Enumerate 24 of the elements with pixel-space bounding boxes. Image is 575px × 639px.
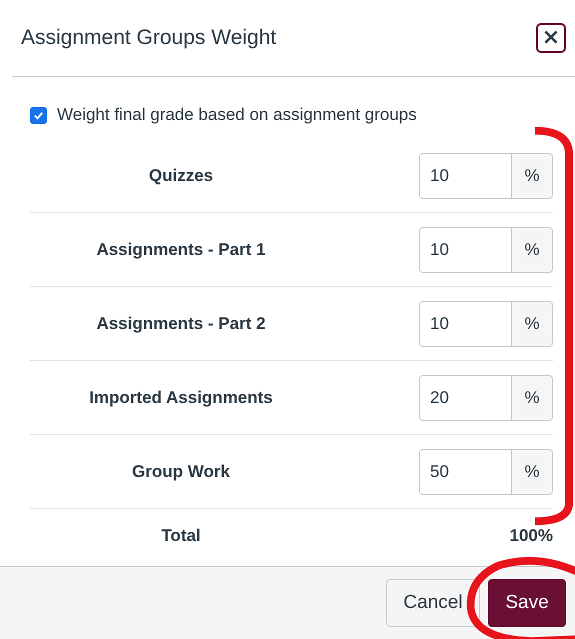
percent-addon: % (512, 374, 553, 420)
group-name: Group Work (131, 462, 231, 482)
close-button[interactable]: × (536, 23, 566, 53)
percent-addon: % (512, 448, 553, 494)
save-button[interactable]: Save (488, 579, 566, 627)
group-name: Assignments - Part 2 (95, 314, 267, 334)
percent-addon: % (512, 300, 553, 346)
group-name: Assignments - Part 1 (95, 240, 267, 260)
total-label: Total (160, 526, 202, 546)
checkbox[interactable] (30, 106, 47, 124)
total-value: 100% (510, 526, 553, 546)
group-name: Imported Assignments (88, 388, 274, 408)
weight-input[interactable]: 10 (419, 152, 512, 198)
weight-input[interactable]: 20 (419, 374, 512, 420)
group-name: Quizzes (148, 166, 214, 186)
weight-input[interactable]: 50 (419, 448, 512, 494)
checkmark-icon (33, 110, 44, 120)
weight-input[interactable]: 10 (419, 226, 512, 272)
percent-addon: % (512, 152, 553, 198)
checkbox-label: Weight final grade based on assignment groups (57, 105, 417, 125)
dialog-title: Assignment Groups Weight (21, 26, 276, 50)
cancel-button[interactable]: Cancel (386, 579, 480, 627)
percent-addon: % (512, 226, 553, 272)
weight-input[interactable]: 10 (419, 300, 512, 346)
